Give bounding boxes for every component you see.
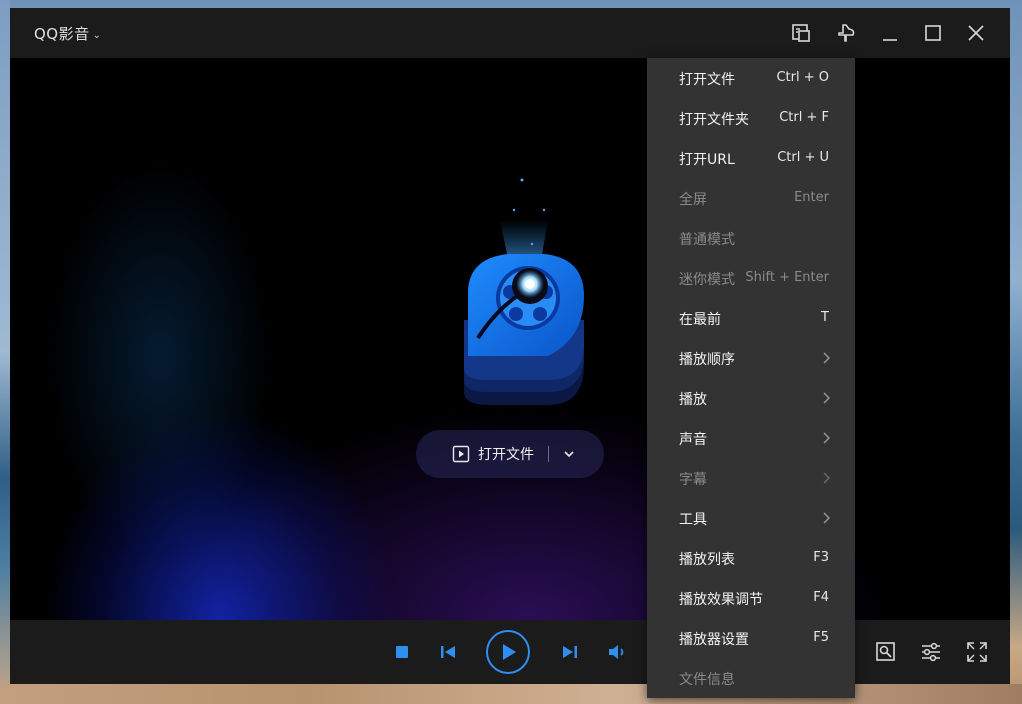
menu-item-shortcut: Ctrl + U bbox=[777, 150, 829, 165]
title-bar[interactable]: QQ影音 ⌄ bbox=[10, 8, 1010, 58]
menu-item-play-order[interactable]: 播放顺序 bbox=[647, 338, 855, 378]
menu-item-label: 打开文件夹 bbox=[679, 112, 749, 128]
menu-item-label: 声音 bbox=[679, 432, 707, 448]
menu-item-label: 播放列表 bbox=[679, 552, 735, 568]
menu-item-shortcut: F5 bbox=[813, 630, 829, 645]
menu-item-subtitles[interactable]: 字幕 bbox=[647, 458, 855, 498]
menu-item-always-on-top[interactable]: 在最前 T bbox=[647, 298, 855, 338]
equalizer-button[interactable] bbox=[919, 640, 943, 664]
desktop-background-left bbox=[0, 0, 10, 704]
menu-item-label: 播放器设置 bbox=[679, 632, 749, 648]
menu-item-label: 普通模式 bbox=[679, 232, 735, 248]
control-bar bbox=[10, 620, 1010, 684]
maximize-button[interactable] bbox=[921, 21, 945, 45]
close-icon bbox=[968, 25, 984, 41]
app-title: QQ影音 bbox=[34, 25, 90, 43]
fullscreen-button[interactable] bbox=[965, 640, 989, 664]
menu-item-shortcut: T bbox=[821, 310, 829, 325]
menu-item-shortcut: Shift + Enter bbox=[745, 270, 829, 285]
pin-icon bbox=[838, 24, 855, 42]
menu-item-label: 工具 bbox=[679, 512, 707, 528]
minimize-icon bbox=[883, 39, 897, 41]
desktop-background-bottom bbox=[0, 684, 1022, 704]
menu-item-shortcut: F4 bbox=[813, 590, 829, 605]
chevron-down-icon: ⌄ bbox=[92, 30, 102, 41]
pin-button[interactable] bbox=[834, 21, 858, 45]
fullscreen-icon bbox=[967, 642, 987, 662]
stop-button[interactable] bbox=[394, 644, 410, 660]
next-button[interactable] bbox=[560, 642, 580, 662]
close-button[interactable] bbox=[964, 21, 988, 45]
screenshot-button[interactable] bbox=[789, 21, 813, 45]
menu-item-shortcut: Enter bbox=[794, 190, 829, 205]
player-window: QQ影音 ⌄ 打开文件 bbox=[10, 8, 1010, 684]
app-menu-button[interactable]: QQ影音 ⌄ bbox=[34, 23, 102, 44]
stop-icon bbox=[396, 646, 408, 658]
menu-item-label: 播放顺序 bbox=[679, 352, 735, 368]
qq-player-logo-icon bbox=[464, 178, 584, 405]
video-area[interactable]: 打开文件 bbox=[10, 58, 1010, 620]
menu-item-label: 在最前 bbox=[679, 312, 721, 328]
menu-item-audio[interactable]: 声音 bbox=[647, 418, 855, 458]
menu-item-effects[interactable]: 播放效果调节 F4 bbox=[647, 578, 855, 618]
divider bbox=[548, 446, 549, 462]
snapshot-icon bbox=[876, 642, 895, 661]
menu-item-label: 文件信息 bbox=[679, 672, 735, 688]
chevron-right-icon bbox=[823, 432, 830, 444]
chevron-right-icon bbox=[823, 392, 830, 404]
menu-item-shortcut: Ctrl + O bbox=[776, 70, 829, 85]
volume-button[interactable] bbox=[607, 642, 629, 662]
menu-item-open-url[interactable]: 打开URL Ctrl + U bbox=[647, 138, 855, 178]
video-file-icon bbox=[452, 445, 470, 463]
menu-item-shortcut: F3 bbox=[813, 550, 829, 565]
menu-item-label: 打开URL bbox=[679, 152, 735, 168]
snapshot-button[interactable] bbox=[874, 640, 898, 664]
context-menu: 打开文件 Ctrl + O 打开文件夹 Ctrl + F 打开URL Ctrl … bbox=[647, 58, 855, 698]
play-icon bbox=[503, 644, 516, 660]
menu-item-label: 打开文件 bbox=[679, 72, 735, 88]
chevron-right-icon bbox=[823, 352, 830, 364]
chevron-down-icon bbox=[564, 451, 574, 458]
menu-item-label: 播放效果调节 bbox=[679, 592, 763, 608]
next-icon bbox=[563, 646, 577, 658]
open-file-label: 打开文件 bbox=[478, 447, 534, 463]
menu-item-play[interactable]: 播放 bbox=[647, 378, 855, 418]
minimize-button[interactable] bbox=[878, 21, 902, 45]
menu-item-fullscreen[interactable]: 全屏 Enter bbox=[647, 178, 855, 218]
menu-item-mini-mode[interactable]: 迷你模式 Shift + Enter bbox=[647, 258, 855, 298]
volume-icon bbox=[609, 645, 624, 659]
menu-item-normal-mode[interactable]: 普通模式 bbox=[647, 218, 855, 258]
maximize-icon bbox=[925, 25, 941, 41]
menu-item-playlist[interactable]: 播放列表 F3 bbox=[647, 538, 855, 578]
chevron-right-icon bbox=[823, 512, 830, 524]
menu-item-file-info[interactable]: 文件信息 bbox=[647, 658, 855, 698]
open-file-pill: 打开文件 bbox=[416, 430, 604, 478]
previous-icon bbox=[441, 646, 455, 658]
menu-item-tools[interactable]: 工具 bbox=[647, 498, 855, 538]
menu-item-open-file[interactable]: 打开文件 Ctrl + O bbox=[647, 58, 855, 98]
menu-item-settings[interactable]: 播放器设置 F5 bbox=[647, 618, 855, 658]
previous-button[interactable] bbox=[438, 642, 458, 662]
menu-item-label: 全屏 bbox=[679, 192, 707, 208]
screenshot-icon bbox=[792, 24, 810, 42]
play-button[interactable] bbox=[486, 630, 530, 674]
menu-item-shortcut: Ctrl + F bbox=[779, 110, 829, 125]
open-file-dropdown-button[interactable] bbox=[561, 446, 577, 462]
menu-item-label: 播放 bbox=[679, 392, 707, 408]
menu-item-label: 迷你模式 bbox=[679, 272, 735, 288]
chevron-right-icon bbox=[823, 472, 830, 484]
equalizer-icon bbox=[922, 642, 940, 662]
menu-item-label: 字幕 bbox=[679, 472, 707, 488]
open-file-button[interactable]: 打开文件 bbox=[452, 444, 534, 464]
menu-item-open-folder[interactable]: 打开文件夹 Ctrl + F bbox=[647, 98, 855, 138]
